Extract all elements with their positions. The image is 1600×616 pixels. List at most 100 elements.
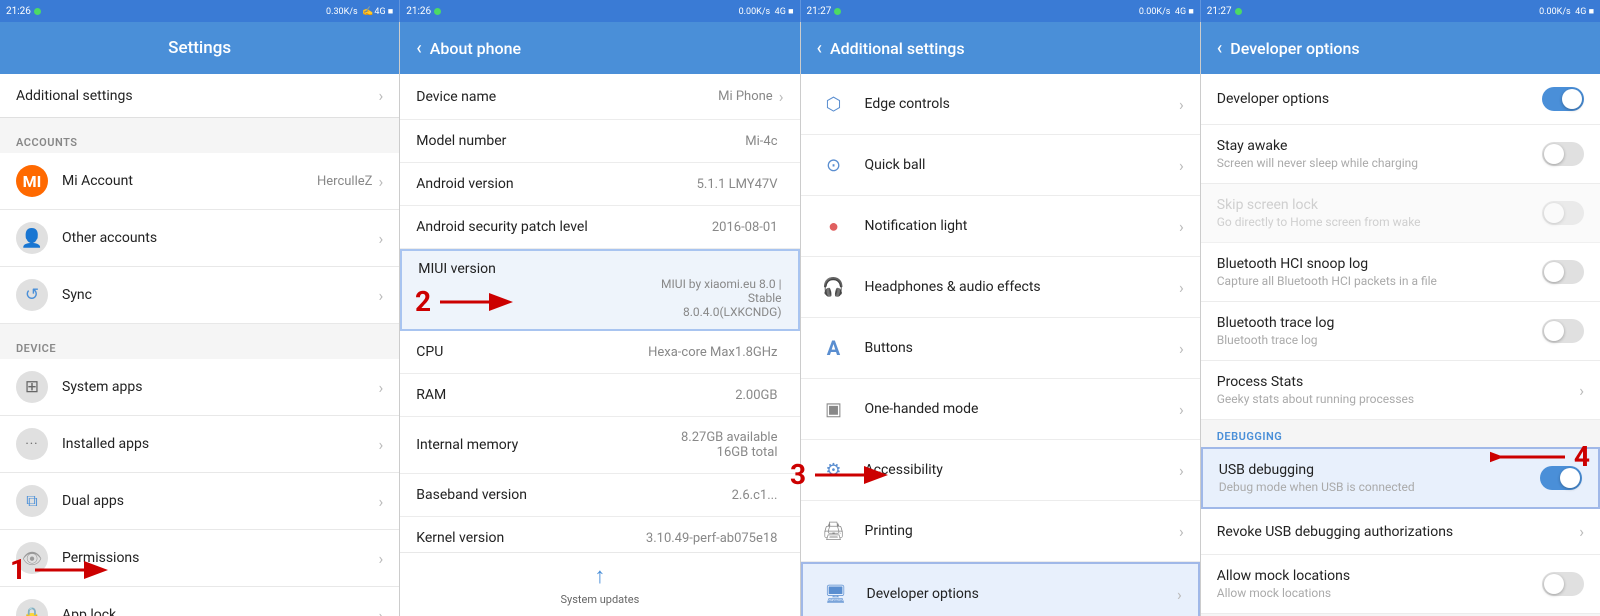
update-label: System updates: [560, 593, 639, 606]
dual-apps-text: Dual apps: [62, 493, 378, 509]
edge-arrow: ›: [1179, 95, 1184, 114]
additional-content: ⬡ Edge controls › ⊙ Quick ball › ● Notif…: [801, 74, 1200, 616]
dot-1: [34, 8, 41, 15]
settings-item-system-apps[interactable]: ⊞ System apps ›: [0, 359, 399, 416]
status-bar-screen4: 21:27 0.00K/s 4G ■: [1201, 0, 1600, 22]
debugging-section-label: DEBUGGING: [1201, 420, 1600, 447]
about-item-model[interactable]: Model number Mi-4c: [400, 120, 799, 163]
add-item-printing[interactable]: 🖨 Printing ›: [801, 501, 1200, 562]
dev-item-usb-debug[interactable]: USB debugging Debug mode when USB is con…: [1201, 447, 1600, 509]
stay-awake-title: Stay awake: [1217, 138, 1542, 154]
perms-icon: 👁: [16, 542, 48, 574]
about-title: About phone: [430, 39, 521, 58]
developer-toggle[interactable]: [1542, 87, 1584, 111]
dev-item-developer-toggle[interactable]: Developer options: [1201, 74, 1600, 125]
status-bar-screen2: 21:26 0.00K/s 4G ■: [400, 0, 800, 22]
settings-item-sync[interactable]: ↺ Sync ›: [0, 267, 399, 324]
about-item-ram[interactable]: RAM 2.00GB: [400, 374, 799, 417]
mi-text: Mi Account: [62, 173, 317, 189]
headphones-arrow: ›: [1179, 278, 1184, 297]
permissions-title: Permissions: [62, 550, 378, 566]
settings-item-dual-apps[interactable]: ⧉ Dual apps ›: [0, 473, 399, 530]
about-item-miui[interactable]: MIUI version MIUI by xiaomi.eu 8.0 |Stab…: [400, 249, 799, 331]
update-icon: ↑: [594, 563, 605, 589]
dev-item-stay-awake[interactable]: Stay awake Screen will never sleep while…: [1201, 125, 1600, 184]
mock-loc-toggle[interactable]: [1542, 572, 1584, 596]
sync-text: Sync: [62, 287, 378, 303]
about-item-patch[interactable]: Android security patch level 2016-08-01: [400, 206, 799, 249]
bt-trace-toggle[interactable]: [1542, 319, 1584, 343]
divider-device: [0, 324, 399, 332]
stay-awake-toggle[interactable]: [1542, 142, 1584, 166]
printing-icon: 🖨: [817, 514, 851, 548]
about-back-btn[interactable]: ‹: [416, 38, 422, 59]
screen-developer: ‹ Developer options Developer options St…: [1201, 22, 1600, 616]
settings-item-permissions[interactable]: 👁 Permissions ›: [0, 530, 399, 587]
dual-icon: ⧉: [16, 485, 48, 517]
settings-item-mi[interactable]: MI Mi Account HerculleZ ›: [0, 153, 399, 210]
dev-item-process-stats[interactable]: Process Stats Geeky stats about running …: [1201, 361, 1600, 420]
settings-content: Additional settings › ACCOUNTS MI Mi Acc…: [0, 74, 399, 616]
about-item-device-name[interactable]: Device name Mi Phone ›: [400, 74, 799, 120]
skip-lock-subtitle: Go directly to Home screen from wake: [1217, 215, 1542, 229]
bt-hci-subtitle: Capture all Bluetooth HCI packets in a f…: [1217, 274, 1542, 288]
dev-item-mock-locations[interactable]: Allow mock locations Allow mock location…: [1201, 555, 1600, 614]
settings-item-other-accounts[interactable]: 👤 Other accounts ›: [0, 210, 399, 267]
settings-item-additional[interactable]: Additional settings ›: [0, 74, 399, 118]
usb-debug-toggle[interactable]: [1540, 466, 1582, 490]
about-content: Device name Mi Phone › Model number Mi-4…: [400, 74, 799, 616]
mi-arrow: ›: [378, 172, 383, 191]
about-item-storage[interactable]: Internal memory 8.27GB available16GB tot…: [400, 417, 799, 474]
settings-item-app-lock[interactable]: 🔒 App lock ›: [0, 587, 399, 616]
revoke-usb-title: Revoke USB debugging authorizations: [1217, 524, 1579, 540]
screen-additional: ‹ Additional settings ⬡ Edge controls › …: [801, 22, 1201, 616]
settings-item-installed-apps[interactable]: ··· Installed apps ›: [0, 416, 399, 473]
additional-title: Additional settings: [830, 39, 965, 58]
system-apps-title: System apps: [62, 379, 378, 395]
screen-settings: Settings Additional settings › ACCOUNTS …: [0, 22, 400, 616]
add-item-accessibility[interactable]: ⚙ Accessibility ›: [801, 440, 1200, 501]
section-accounts: ACCOUNTS: [0, 126, 399, 153]
bt-hci-toggle[interactable]: [1542, 260, 1584, 284]
skip-lock-text: Skip screen lock Go directly to Home scr…: [1217, 197, 1542, 229]
dev-toggle-text: Developer options: [1217, 91, 1542, 107]
time-1: 21:26: [6, 6, 31, 17]
grid-icon: ⊞: [16, 371, 48, 403]
add-item-quick-ball[interactable]: ⊙ Quick ball ›: [801, 135, 1200, 196]
dual-apps-title: Dual apps: [62, 493, 378, 509]
mi-value: HerculleZ: [317, 174, 372, 189]
about-item-android[interactable]: Android version 5.1.1 LMY47V: [400, 163, 799, 206]
status-bar-screen3: 21:27 0.00K/s 4G ■: [801, 0, 1201, 22]
add-item-edge[interactable]: ⬡ Edge controls ›: [801, 74, 1200, 135]
system-updates-footer[interactable]: ↑ System updates: [400, 552, 799, 616]
dev-item-revoke-usb[interactable]: Revoke USB debugging authorizations ›: [1201, 509, 1600, 555]
time-2: 21:26: [406, 6, 431, 17]
edge-label: Edge controls: [865, 96, 1179, 112]
status-right-1: 0.30K/s ✍ 4G ■: [326, 6, 393, 17]
bt-hci-text: Bluetooth HCI snoop log Capture all Blue…: [1217, 256, 1542, 288]
add-item-headphones[interactable]: 🎧 Headphones & audio effects ›: [801, 257, 1200, 318]
mock-loc-text: Allow mock locations Allow mock location…: [1217, 568, 1542, 600]
skip-lock-title: Skip screen lock: [1217, 197, 1542, 213]
accessibility-arrow: ›: [1179, 461, 1184, 480]
process-stats-title: Process Stats: [1217, 374, 1579, 390]
permissions-text: Permissions: [62, 550, 378, 566]
add-item-buttons[interactable]: A Buttons ›: [801, 318, 1200, 379]
accessibility-label: Accessibility: [865, 462, 1179, 478]
dev-item-bt-hci[interactable]: Bluetooth HCI snoop log Capture all Blue…: [1201, 243, 1600, 302]
screen-about: ‹ About phone Device name Mi Phone › Mod…: [400, 22, 800, 616]
revoke-usb-arrow: ›: [1579, 522, 1584, 541]
dev-item-bt-trace[interactable]: Bluetooth trace log Bluetooth trace log: [1201, 302, 1600, 361]
developer-back-btn[interactable]: ‹: [1217, 38, 1223, 59]
one-handed-icon: ▣: [817, 392, 851, 426]
headphones-label: Headphones & audio effects: [865, 279, 1179, 295]
dot-3: [834, 8, 841, 15]
add-item-one-handed[interactable]: ▣ One-handed mode ›: [801, 379, 1200, 440]
dot-4: [1235, 8, 1242, 15]
add-item-developer-options[interactable]: 🖥 Developer options ›: [801, 562, 1200, 616]
additional-back-btn[interactable]: ‹: [817, 38, 823, 59]
about-item-baseband[interactable]: Baseband version 2.6.c1...: [400, 474, 799, 517]
quick-ball-label: Quick ball: [865, 157, 1179, 173]
add-item-notif-light[interactable]: ● Notification light ›: [801, 196, 1200, 257]
about-item-cpu[interactable]: CPU Hexa-core Max1.8GHz: [400, 331, 799, 374]
